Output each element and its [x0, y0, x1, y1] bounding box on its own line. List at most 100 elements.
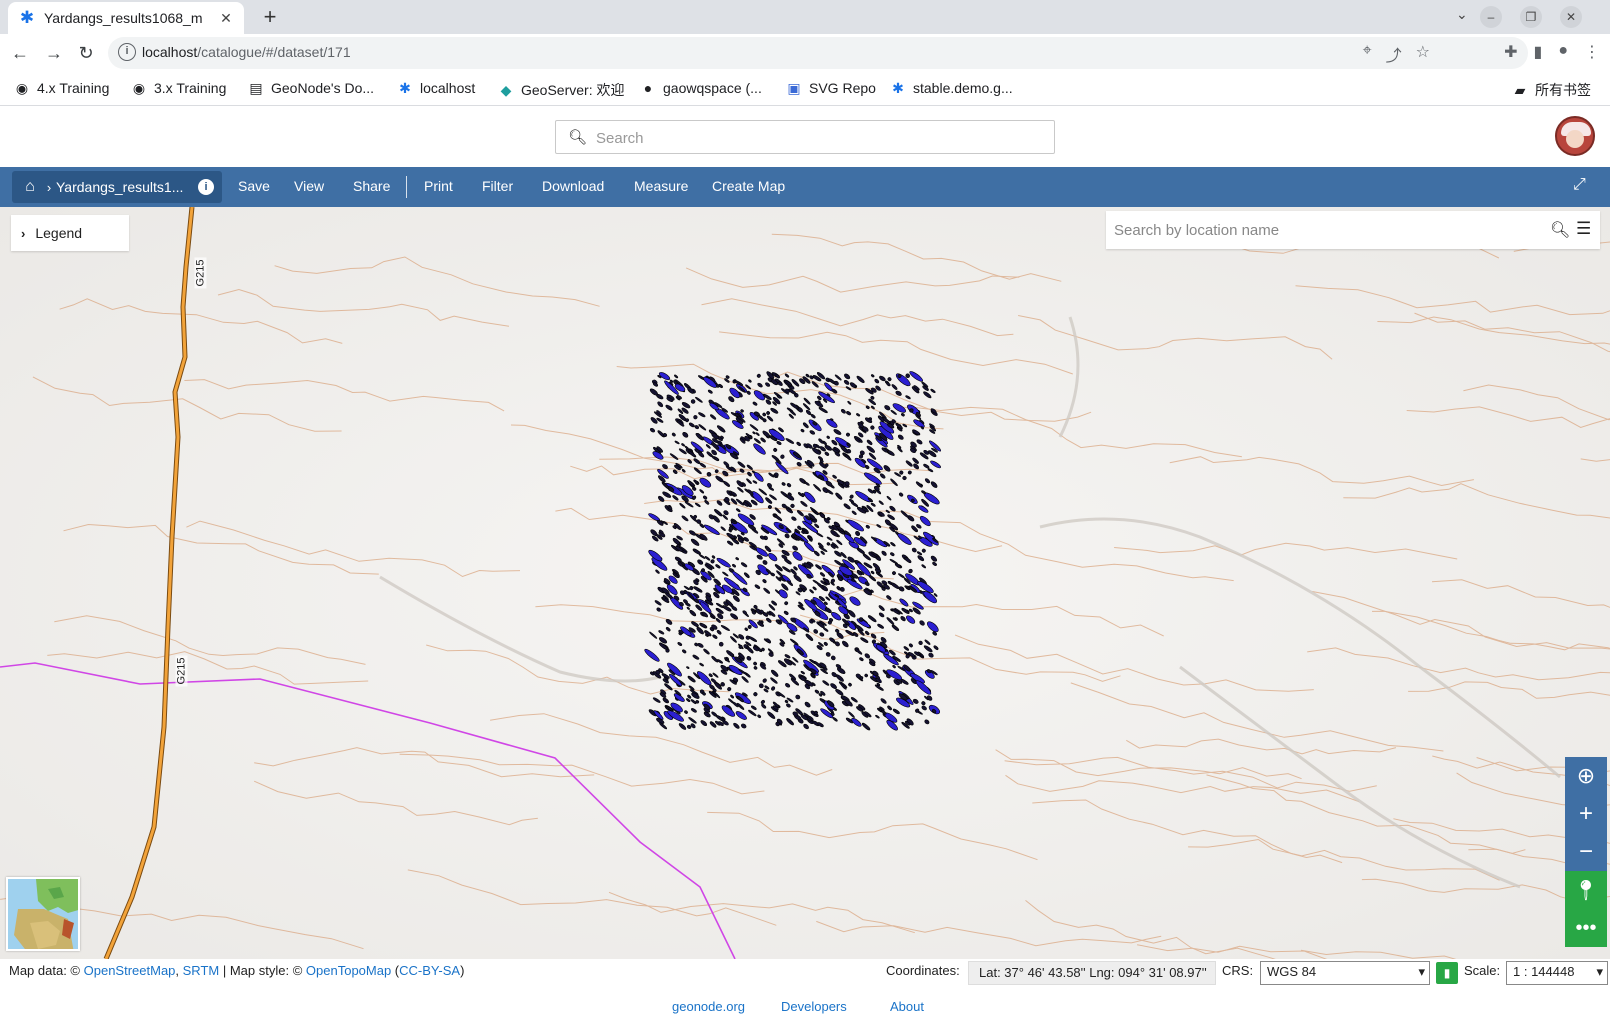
- close-window-button[interactable]: ✕: [1560, 6, 1582, 28]
- globe-icon: ◉: [15, 80, 29, 96]
- view-button[interactable]: View: [294, 178, 324, 194]
- bookmark-item[interactable]: ● gaowqspace (...: [640, 80, 762, 96]
- geonode-icon: ✱: [399, 80, 411, 96]
- location-search-input[interactable]: [1114, 219, 1514, 241]
- side-panel-icon[interactable]: ▮: [1534, 42, 1543, 62]
- more-options-button[interactable]: •••: [1565, 909, 1607, 947]
- all-bookmarks-folder[interactable]: ▰ 所有书签: [1512, 80, 1591, 100]
- reload-button[interactable]: ↻: [74, 42, 98, 66]
- dataset-toolbar: ⌂ › Yardangs_results1... i Save View Sha…: [0, 167, 1610, 207]
- footer-link-about[interactable]: About: [890, 999, 924, 1014]
- avatar[interactable]: [1555, 116, 1595, 156]
- bookmark-label: 4.x Training: [37, 80, 110, 96]
- svgrepo-icon: ▣: [787, 80, 801, 96]
- bookmark-item[interactable]: ▣ SVG Repo: [786, 80, 876, 96]
- info-icon[interactable]: i: [198, 179, 214, 195]
- download-button[interactable]: Download: [542, 178, 604, 194]
- search-icon: 🔍︎: [568, 129, 588, 146]
- measure-button[interactable]: Measure: [634, 178, 688, 194]
- forward-button[interactable]: →: [42, 42, 66, 66]
- zoom-out-button[interactable]: −: [1565, 833, 1607, 871]
- opentopomap-link[interactable]: OpenTopoMap: [306, 963, 391, 978]
- zoom-in-button[interactable]: +: [1565, 795, 1607, 833]
- bookmark-item[interactable]: ▤ GeoNode's Do...: [248, 80, 374, 96]
- scale-label: Scale:: [1464, 963, 1501, 978]
- fullscreen-icon[interactable]: ⤢: [1573, 176, 1586, 194]
- map-pin-toggle-button[interactable]: ▮: [1436, 962, 1458, 984]
- bookmark-item[interactable]: ✱ localhost: [397, 80, 475, 96]
- location-pin-button[interactable]: 📍︎: [1565, 871, 1607, 909]
- road-label: G215: [175, 655, 188, 687]
- bookmark-label: GeoServer: 欢迎: [521, 82, 625, 98]
- location-pin-icon[interactable]: ⌖: [1363, 42, 1372, 66]
- tab-close-icon[interactable]: ✕: [218, 10, 234, 27]
- attribution-text: | Map style: ©: [219, 963, 306, 978]
- crs-select[interactable]: WGS 84: [1260, 961, 1430, 985]
- breadcrumb: ⌂ › Yardangs_results1... i: [12, 171, 222, 203]
- map-viewport[interactable]: G215 G215 › Legend 🔍︎ ☰ ⊕ + − 📍︎ •••: [0, 207, 1610, 959]
- osm-link[interactable]: OpenStreetMap: [84, 963, 176, 978]
- extensions-icon[interactable]: ✚: [1504, 42, 1517, 62]
- search-icon[interactable]: 🔍︎: [1550, 220, 1570, 240]
- crs-value: WGS 84: [1267, 964, 1317, 979]
- background-selector-thumbnail[interactable]: [6, 877, 80, 951]
- scale-select[interactable]: 1 : 144448: [1506, 961, 1608, 985]
- site-search-input[interactable]: [596, 127, 1036, 149]
- url-path: /catalogue/#/dataset/171: [197, 44, 351, 60]
- all-bookmarks-label: 所有书签: [1535, 82, 1591, 98]
- menu-icon[interactable]: ☰: [1576, 219, 1591, 239]
- save-button[interactable]: Save: [238, 178, 270, 194]
- profile-icon[interactable]: ●: [1558, 42, 1568, 62]
- crosshair-icon: ⊕: [1576, 763, 1596, 788]
- site-search[interactable]: 🔍︎: [555, 120, 1055, 154]
- back-button[interactable]: ←: [8, 42, 32, 66]
- srtm-link[interactable]: SRTM: [183, 963, 220, 978]
- scale-value: 1 : 144448: [1513, 964, 1575, 979]
- legend-toggle[interactable]: › Legend: [11, 215, 129, 251]
- minimize-button[interactable]: –: [1480, 6, 1502, 28]
- map-pin-icon: ▮: [1443, 966, 1451, 980]
- share-icon[interactable]: ⤴: [1386, 42, 1402, 66]
- url-text[interactable]: localhost/catalogue/#/dataset/171: [142, 44, 351, 60]
- map-attribution: Map data: © OpenStreetMap, SRTM | Map st…: [9, 963, 465, 978]
- bookmark-item[interactable]: ◆ GeoServer: 欢迎: [498, 80, 625, 100]
- tab-search-chevron-icon[interactable]: ⌄: [1456, 6, 1468, 23]
- map-status-bar: Map data: © OpenStreetMap, SRTM | Map st…: [0, 959, 1610, 989]
- tab-title: Yardangs_results1068_m: [44, 10, 203, 26]
- avatar-face: [1566, 130, 1584, 148]
- new-tab-button[interactable]: +: [256, 4, 284, 32]
- footer-link-geonode[interactable]: geonode.org: [672, 999, 745, 1014]
- geonode-icon: ✱: [892, 80, 904, 96]
- crs-label: CRS:: [1222, 963, 1254, 978]
- address-bar-row: ← → ↻ i localhost/catalogue/#/dataset/17…: [0, 34, 1610, 72]
- cc-by-sa-link[interactable]: CC-BY-SA: [399, 963, 460, 978]
- omnibox[interactable]: i localhost/catalogue/#/dataset/171 ⌖ ⤴ …: [108, 37, 1528, 69]
- bookmark-label: SVG Repo: [809, 80, 876, 96]
- locate-crosshair-button[interactable]: ⊕: [1565, 757, 1607, 795]
- browser-menu-icon[interactable]: ⋮: [1584, 42, 1600, 62]
- create-map-button[interactable]: Create Map: [712, 178, 785, 194]
- url-host: localhost: [142, 44, 198, 60]
- bookmark-item[interactable]: ◉ 3.x Training: [131, 80, 226, 96]
- chevron-right-icon: ›: [21, 225, 26, 241]
- bookmark-item[interactable]: ◉ 4.x Training: [14, 80, 109, 96]
- ellipsis-icon: •••: [1575, 916, 1597, 939]
- bookmark-star-icon[interactable]: ☆: [1416, 42, 1430, 66]
- home-icon[interactable]: ⌂: [18, 178, 42, 196]
- chevron-right-icon: ›: [46, 179, 52, 195]
- bookmark-item[interactable]: ✱ stable.demo.g...: [890, 80, 1013, 96]
- plus-icon: +: [1578, 800, 1593, 827]
- browser-tabstrip: ✱ Yardangs_results1068_m ✕ + ⌄ – ❐ ✕: [0, 0, 1610, 34]
- footer-link-developers[interactable]: Developers: [781, 999, 847, 1014]
- share-button[interactable]: Share: [353, 178, 390, 194]
- filter-button[interactable]: Filter: [482, 178, 513, 194]
- map-pin-icon: 📍︎: [1573, 879, 1599, 902]
- print-button[interactable]: Print: [424, 178, 453, 194]
- site-info-icon[interactable]: i: [118, 43, 136, 61]
- dataset-name: Yardangs_results1...: [56, 179, 184, 195]
- page-footer: geonode.org Developers About: [0, 989, 1610, 1023]
- browser-tab-active[interactable]: ✱ Yardangs_results1068_m ✕: [8, 2, 244, 34]
- location-search[interactable]: 🔍︎ ☰: [1106, 211, 1600, 249]
- restore-button[interactable]: ❐: [1520, 6, 1542, 28]
- toolbar-divider: [406, 176, 407, 198]
